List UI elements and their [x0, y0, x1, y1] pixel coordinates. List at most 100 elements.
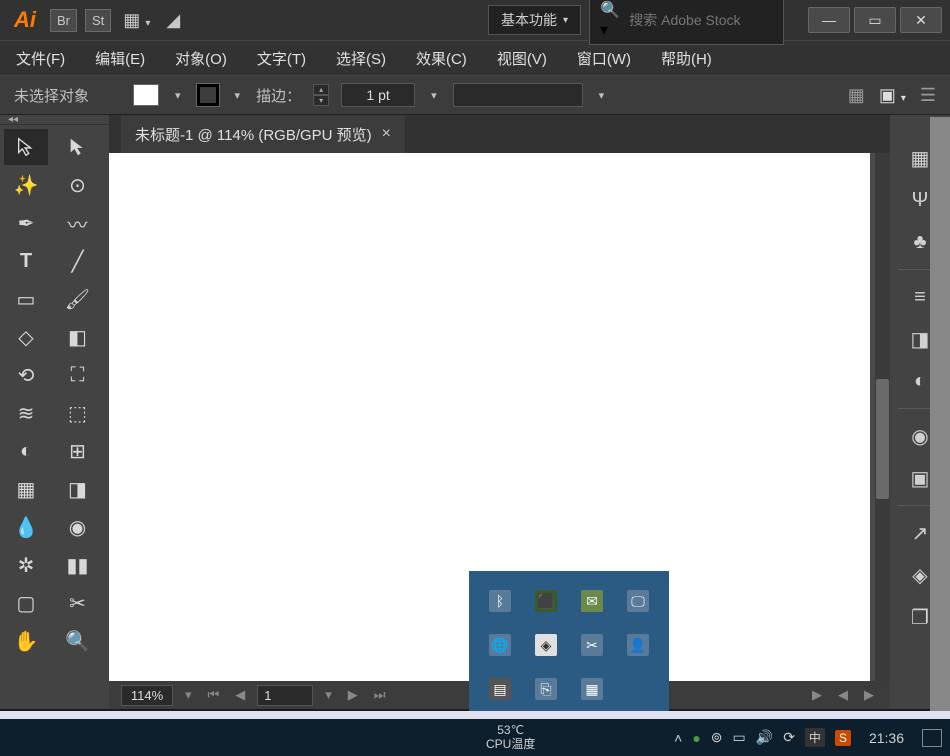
close-button[interactable]: ✕ [900, 7, 942, 33]
gradient-tool[interactable]: ◨ [56, 471, 100, 507]
line-segment-tool[interactable]: ╱ [56, 243, 100, 279]
paintbrush-tool[interactable]: 🖌 [56, 281, 100, 317]
selection-status: 未选择对象 [14, 85, 89, 106]
zoom-dropdown[interactable]: ▾ [181, 687, 196, 703]
volume-icon[interactable]: 🔊 [756, 729, 773, 746]
mesh-tool[interactable]: ▦ [4, 471, 48, 507]
shape-builder-tool[interactable]: ◐ [4, 433, 48, 469]
search-input[interactable] [629, 12, 773, 28]
hand-tool[interactable]: ✋ [4, 623, 48, 659]
app-frame-scroll[interactable] [930, 117, 950, 711]
align-to-icon[interactable]: ▣ ▾ [879, 85, 906, 106]
type-tool[interactable]: T [4, 243, 48, 279]
app-tray-icon-2[interactable]: 🌐 [489, 634, 511, 656]
sync-icon[interactable]: ⟳ [783, 729, 795, 746]
ime-sogou[interactable]: S [835, 730, 851, 746]
menu-file[interactable]: 文件(F) [10, 44, 71, 73]
fill-dropdown[interactable]: ▾ [171, 89, 185, 102]
zoom-input[interactable] [121, 685, 173, 706]
menu-select[interactable]: 选择(S) [330, 44, 392, 73]
wifi-icon[interactable]: ⊚ [711, 729, 723, 746]
hscroll-end[interactable]: ▶ [860, 687, 878, 703]
lasso-tool[interactable]: ⊙ [56, 167, 100, 203]
bluetooth-tray-icon[interactable]: ᛒ [489, 590, 511, 612]
menu-view[interactable]: 视图(V) [491, 44, 553, 73]
minimize-button[interactable]: — [808, 7, 850, 33]
column-graph-tool[interactable]: ▮▮ [56, 547, 100, 583]
rotate-tool[interactable]: ⟲ [4, 357, 48, 393]
stroke-weight-dropdown[interactable]: ▾ [427, 89, 441, 102]
hscroll-right[interactable]: ▶ [808, 687, 826, 703]
search-stock-field[interactable]: 🔍▾ [589, 0, 784, 45]
battery-icon[interactable]: ▭ [733, 729, 746, 746]
selection-tool[interactable] [4, 129, 48, 165]
document-tab[interactable]: 未标题-1 @ 114% (RGB/GPU 预览) × [121, 116, 405, 153]
nvidia-tray-icon[interactable]: ⬛ [535, 590, 557, 612]
artboard-tool[interactable]: ▢ [4, 585, 48, 621]
free-transform-tool[interactable]: ⬚ [56, 395, 100, 431]
close-tab-icon[interactable]: × [382, 125, 391, 143]
display-tray-icon[interactable]: 🖵 [627, 590, 649, 612]
preferences-icon[interactable]: ☰ [920, 85, 936, 106]
collapse-tools-icon[interactable]: ◂◂ [8, 114, 18, 125]
rectangle-tool[interactable]: ▭ [4, 281, 48, 317]
width-tool[interactable]: ≋ [4, 395, 48, 431]
bridge-badge[interactable]: Br [50, 9, 77, 32]
app-tray-icon-5[interactable]: 👤 [627, 634, 649, 656]
notifications-icon[interactable] [922, 729, 942, 747]
app-tray-icon-6[interactable]: ▤ [489, 678, 511, 700]
app-tray-icon-7[interactable]: ▦ [581, 678, 603, 700]
scroll-thumb[interactable] [876, 379, 889, 499]
vertical-scrollbar[interactable] [875, 153, 890, 681]
slice-tool[interactable]: ✂ [56, 585, 100, 621]
menu-edit[interactable]: 编辑(E) [89, 44, 151, 73]
usb-tray-icon[interactable]: ⎘ [535, 678, 557, 700]
ime-language[interactable]: 中 [805, 728, 825, 747]
clock[interactable]: 21:36 [861, 730, 912, 746]
menu-window[interactable]: 窗口(W) [571, 44, 637, 73]
align-panel-icon[interactable]: ▦ [848, 85, 865, 106]
menu-effect[interactable]: 效果(C) [410, 44, 473, 73]
stroke-down[interactable]: ▾ [313, 95, 329, 106]
stroke-weight-input[interactable] [341, 83, 415, 107]
stroke-dropdown[interactable]: ▾ [231, 89, 245, 102]
nav-next[interactable]: ▶ [344, 687, 362, 703]
eraser-tool[interactable]: ◧ [56, 319, 100, 355]
stroke-profile[interactable] [453, 83, 583, 107]
pen-tool[interactable]: ✒ [4, 205, 48, 241]
app-tray-icon-1[interactable]: ✉ [581, 590, 603, 612]
nav-first[interactable]: ⏮ [204, 687, 224, 703]
tray-expand-icon[interactable]: ˄ [674, 730, 682, 746]
direct-selection-tool[interactable] [56, 129, 100, 165]
cpu-temp-widget[interactable]: 53℃ CPU温度 [472, 724, 549, 750]
shaper-tool[interactable]: ◇ [4, 319, 48, 355]
stroke-profile-dropdown[interactable]: ▾ [595, 89, 609, 102]
wechat-tray-icon[interactable]: ● [692, 730, 700, 746]
magic-wand-tool[interactable]: ✨ [4, 167, 48, 203]
scale-tool[interactable]: ⛶ [56, 357, 100, 393]
stock-badge[interactable]: St [85, 9, 111, 32]
curvature-tool[interactable]: 〰 [56, 205, 100, 241]
app-tray-icon-3[interactable]: ◈ [535, 634, 557, 656]
app-tray-icon-4[interactable]: ✂ [581, 634, 603, 656]
nav-prev[interactable]: ◀ [231, 687, 249, 703]
eyedropper-tool[interactable]: 💧 [4, 509, 48, 545]
arrange-icon[interactable]: ▦ ▾ [119, 10, 154, 31]
blend-tool[interactable]: ◉ [56, 509, 100, 545]
nav-last[interactable]: ⏭ [370, 687, 390, 703]
hscroll-left[interactable]: ◀ [834, 687, 852, 703]
artboard-dropdown[interactable]: ▾ [321, 687, 336, 703]
zoom-tool[interactable]: 🔍 [56, 623, 100, 659]
stroke-swatch[interactable] [197, 84, 219, 106]
gpu-icon[interactable]: ◢ [162, 10, 184, 31]
artboard-input[interactable] [257, 685, 313, 706]
maximize-button[interactable]: ▭ [854, 7, 896, 33]
symbol-sprayer-tool[interactable]: ✲ [4, 547, 48, 583]
fill-swatch[interactable] [133, 84, 159, 106]
menu-object[interactable]: 对象(O) [169, 44, 233, 73]
menu-help[interactable]: 帮助(H) [655, 44, 718, 73]
stroke-up[interactable]: ▴ [313, 84, 329, 95]
workspace-switcher[interactable]: 基本功能 ▾ [488, 5, 581, 35]
menu-type[interactable]: 文字(T) [251, 44, 312, 73]
perspective-grid-tool[interactable]: ⊞ [56, 433, 100, 469]
